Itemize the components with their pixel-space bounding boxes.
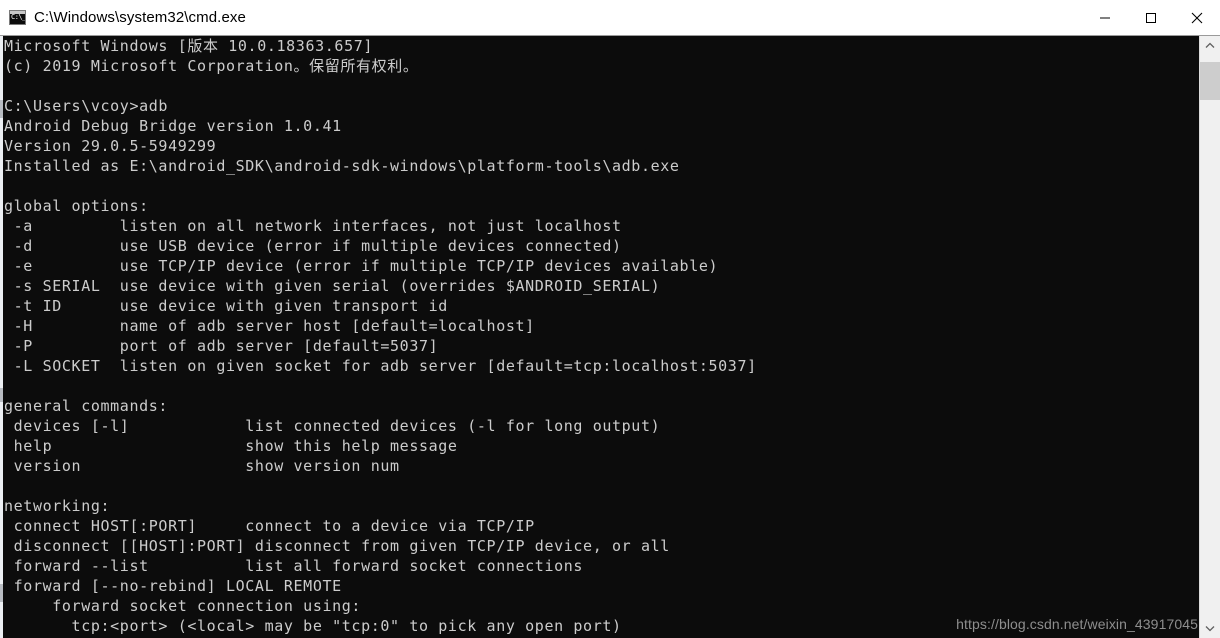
minimize-icon	[1100, 17, 1110, 18]
terminal-output-area[interactable]: Microsoft Windows [版本 10.0.18363.657] (c)…	[0, 36, 1220, 638]
console-line: networking:	[4, 497, 111, 515]
sliver-mark	[0, 584, 3, 602]
console-line: Microsoft Windows [版本 10.0.18363.657]	[4, 37, 374, 55]
console-line: version show version num	[4, 457, 400, 475]
console-line: -s SERIAL use device with given serial (…	[4, 277, 661, 295]
console-line: -e use TCP/IP device (error if multiple …	[4, 257, 719, 275]
scroll-up-button[interactable]	[1200, 36, 1220, 55]
chevron-down-icon	[1205, 626, 1215, 632]
console-line: -P port of adb server [default=5037]	[4, 337, 439, 355]
console-line: (c) 2019 Microsoft Corporation。保留所有权利。	[4, 57, 419, 75]
console-line: Android Debug Bridge version 1.0.41	[4, 117, 342, 135]
console-line: connect HOST[:PORT] connect to a device …	[4, 517, 535, 535]
sliver-mark	[0, 100, 3, 118]
console-line: devices [-l] list connected devices (-l …	[4, 417, 661, 435]
console-line: -L SOCKET listen on given socket for adb…	[4, 357, 757, 375]
console-line: Version 29.0.5-5949299	[4, 137, 217, 155]
console-line: Installed as E:\android_SDK\android-sdk-…	[4, 157, 680, 175]
console-line: disconnect [[HOST]:PORT] disconnect from…	[4, 537, 670, 555]
minimize-button[interactable]	[1082, 0, 1128, 35]
sliver-mark	[0, 388, 3, 402]
console-text: Microsoft Windows [版本 10.0.18363.657] (c)…	[4, 36, 1194, 636]
console-line: -t ID use device with given transport id	[4, 297, 448, 315]
console-line: -H name of adb server host [default=loca…	[4, 317, 535, 335]
console-line: forward [--no-rebind] LOCAL REMOTE	[4, 577, 342, 595]
watermark: https://blog.csdn.net/weixin_43917045	[956, 616, 1198, 632]
console-line: C:\Users\vcoy>adb	[4, 97, 169, 115]
console-line: general commands:	[4, 397, 169, 415]
close-icon	[1191, 12, 1203, 23]
window-title: C:\Windows\system32\cmd.exe	[34, 8, 246, 26]
cmd-icon-text: C:\_	[11, 13, 26, 21]
background-window-sliver	[0, 36, 3, 638]
chevron-up-icon	[1205, 42, 1215, 48]
console-line: -a listen on all network interfaces, not…	[4, 217, 622, 235]
scroll-thumb[interactable]	[1200, 62, 1220, 100]
title-bar: C:\_ C:\Windows\system32\cmd.exe	[0, 0, 1220, 36]
console-line: forward --list list all forward socket c…	[4, 557, 584, 575]
maximize-button[interactable]	[1128, 0, 1174, 35]
close-button[interactable]	[1174, 0, 1220, 35]
vertical-scrollbar[interactable]	[1199, 36, 1220, 638]
cmd-window: C:\_ C:\Windows\system32\cmd.exe Microso…	[0, 0, 1220, 638]
scroll-down-button[interactable]	[1200, 619, 1220, 638]
console-line: forward socket connection using:	[4, 597, 362, 615]
cmd-icon: C:\_	[9, 10, 26, 25]
window-controls	[1082, 0, 1220, 35]
maximize-icon	[1146, 12, 1156, 23]
console-line: help show this help message	[4, 437, 458, 455]
console-line: -d use USB device (error if multiple dev…	[4, 237, 622, 255]
console-line: global options:	[4, 197, 149, 215]
